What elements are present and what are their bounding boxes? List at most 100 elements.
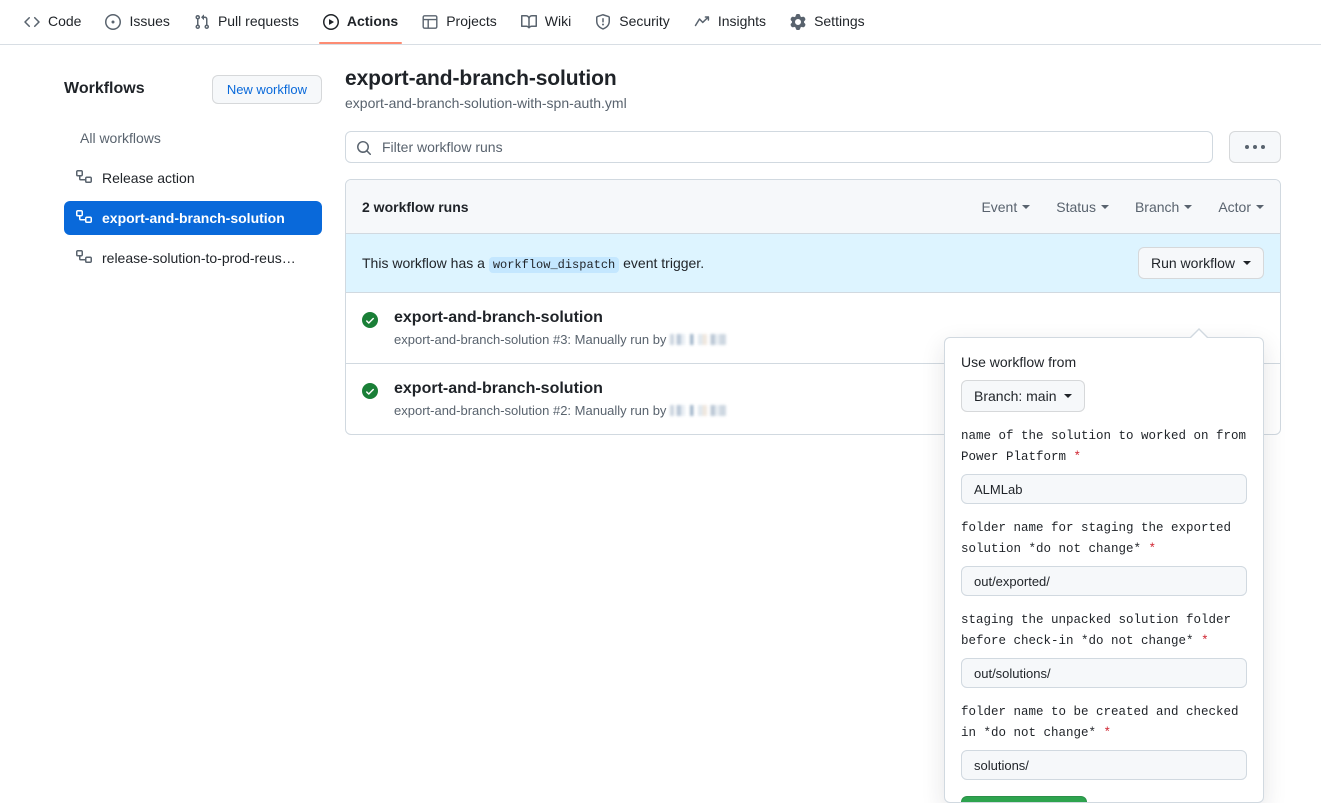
filter-event-label: Event xyxy=(981,198,1018,215)
filter-actor[interactable]: Actor xyxy=(1218,199,1264,215)
tab-settings-label: Settings xyxy=(814,13,865,29)
use-workflow-from-label: Use workflow from xyxy=(961,354,1077,370)
run-workflow-submit-button[interactable]: Run workflow xyxy=(961,796,1087,802)
required-asterisk: * xyxy=(1073,450,1082,464)
field-label: folder name to be created and checked in… xyxy=(961,702,1247,744)
new-workflow-button[interactable]: New workflow xyxy=(211,74,322,104)
book-icon xyxy=(520,14,537,30)
required-asterisk: * xyxy=(1148,542,1157,556)
run-name[interactable]: export-and-branch-solution xyxy=(394,309,726,327)
filter-event[interactable]: Event xyxy=(981,198,1031,215)
workflow-runs-header: 2 workflow runs Event Status Branch Acto… xyxy=(346,180,1280,234)
shield-icon xyxy=(595,14,611,30)
graph-icon xyxy=(694,14,710,30)
workflow-icon xyxy=(76,250,92,266)
sidebar-item-release-solution-to-prod[interactable]: release-solution-to-prod-reus… xyxy=(64,241,322,275)
tab-projects-label: Projects xyxy=(446,13,497,29)
overflow-menu-button[interactable] xyxy=(1229,131,1281,163)
field-label-text: folder name for staging the exported sol… xyxy=(961,521,1232,556)
field-label-text: name of the solution to worked on from P… xyxy=(961,429,1247,464)
run-workflow-dropdown-label: Run workflow xyxy=(1150,255,1235,271)
filter-status-label: Status xyxy=(1056,198,1096,215)
tab-issues[interactable]: Issues xyxy=(95,0,179,44)
field-group-solution-name: name of the solution to worked on from P… xyxy=(961,426,1247,504)
run-name[interactable]: export-and-branch-solution xyxy=(394,380,726,398)
sidebar-item-all-workflows[interactable]: All workflows xyxy=(64,121,322,155)
filter-branch[interactable]: Branch xyxy=(1134,198,1193,215)
run-meta-text: export-and-branch-solution #2: Manually … xyxy=(394,403,667,418)
tab-issues-label: Issues xyxy=(129,13,170,29)
workflow-runs-filters: Event Status Branch Actor xyxy=(981,199,1264,215)
filter-input-wrap[interactable] xyxy=(345,131,1213,163)
chevron-down-icon xyxy=(1184,204,1193,209)
workflow-runs-count: 2 workflow runs xyxy=(362,198,469,215)
run-workflow-dropdown-button[interactable]: Run workflow xyxy=(1137,247,1264,279)
chevron-down-icon xyxy=(1022,204,1031,209)
chevron-down-icon xyxy=(1100,204,1109,209)
workflow-dispatch-text: This workflow has a workflow_dispatch ev… xyxy=(362,254,704,273)
workflow-dispatch-banner: This workflow has a workflow_dispatch ev… xyxy=(346,234,1280,293)
run-meta-text: export-and-branch-solution #3: Manually … xyxy=(394,332,667,347)
unpacked-folder-input[interactable] xyxy=(961,658,1247,688)
issue-opened-icon xyxy=(105,14,122,30)
dot xyxy=(1261,145,1265,149)
sidebar-item-export-and-branch-solution[interactable]: export-and-branch-solution xyxy=(64,201,322,235)
workflow-icon xyxy=(76,170,92,186)
success-check-icon xyxy=(362,312,378,328)
chevron-down-icon xyxy=(1064,394,1073,398)
field-label: folder name for staging the exported sol… xyxy=(961,518,1247,560)
sidebar-item-release-action-label: Release action xyxy=(102,170,195,186)
search-input[interactable] xyxy=(346,132,1212,162)
table-icon xyxy=(422,14,438,30)
sidebar-item-release-solution-to-prod-label: release-solution-to-prod-reus… xyxy=(102,250,296,266)
sidebar-header: Workflows New workflow xyxy=(64,73,322,105)
filter-row xyxy=(345,131,1281,163)
workflows-heading: Workflows xyxy=(64,80,145,97)
tab-code[interactable]: Code xyxy=(14,0,91,44)
field-group-checkin-folder: folder name to be created and checked in… xyxy=(961,702,1247,780)
field-label-text: folder name to be created and checked in… xyxy=(961,705,1239,740)
repo-nav: Code Issues Pull requests Actions Projec… xyxy=(0,0,1321,45)
tab-security[interactable]: Security xyxy=(585,0,680,44)
field-label: name of the solution to worked on from P… xyxy=(961,426,1247,468)
field-label: staging the unpacked solution folder bef… xyxy=(961,610,1247,652)
tab-wiki[interactable]: Wiki xyxy=(511,0,581,44)
branch-select-label: Branch: main xyxy=(974,388,1057,404)
tab-code-label: Code xyxy=(48,13,82,29)
required-asterisk: * xyxy=(1201,634,1209,648)
dispatch-event-code: workflow_dispatch xyxy=(488,256,620,273)
git-pull-request-icon xyxy=(194,14,210,30)
gear-icon xyxy=(790,14,806,30)
dispatch-text-before: This workflow has a xyxy=(362,254,485,271)
branch-select-button[interactable]: Branch: main xyxy=(961,380,1086,412)
play-icon xyxy=(322,14,339,30)
tab-settings[interactable]: Settings xyxy=(780,0,875,44)
run-workflow-panel: Use workflow from Branch: main name of t… xyxy=(944,337,1264,803)
tab-insights[interactable]: Insights xyxy=(684,0,776,44)
tab-projects[interactable]: Projects xyxy=(412,0,507,44)
sidebar-item-export-and-branch-solution-label: export-and-branch-solution xyxy=(102,210,285,226)
filter-status[interactable]: Status xyxy=(1056,199,1109,215)
exported-folder-input[interactable] xyxy=(961,566,1247,596)
tab-wiki-label: Wiki xyxy=(544,13,572,29)
sidebar-item-all-workflows-label: All workflows xyxy=(80,130,161,146)
tab-insights-label: Insights xyxy=(717,13,767,29)
filter-actor-label: Actor xyxy=(1218,198,1251,215)
run-actor-redacted xyxy=(670,405,727,416)
tab-pull-requests[interactable]: Pull requests xyxy=(184,0,309,44)
dot xyxy=(1245,145,1249,149)
sidebar-item-release-action[interactable]: Release action xyxy=(64,161,322,195)
field-label-text: staging the unpacked solution folder bef… xyxy=(961,613,1232,648)
run-meta: export-and-branch-solution #3: Manually … xyxy=(394,332,727,347)
page-title: export-and-branch-solution xyxy=(345,67,617,90)
required-asterisk: * xyxy=(1103,726,1112,740)
tab-actions[interactable]: Actions xyxy=(313,0,408,44)
solution-name-input[interactable] xyxy=(961,474,1247,504)
chevron-down-icon xyxy=(1256,204,1264,209)
code-icon xyxy=(24,14,40,30)
checkin-folder-input[interactable] xyxy=(961,750,1247,780)
workflow-filename: export-and-branch-solution-with-spn-auth… xyxy=(345,95,627,111)
filter-branch-label: Branch xyxy=(1134,198,1180,215)
tab-actions-label: Actions xyxy=(346,13,399,29)
dot xyxy=(1253,145,1257,149)
